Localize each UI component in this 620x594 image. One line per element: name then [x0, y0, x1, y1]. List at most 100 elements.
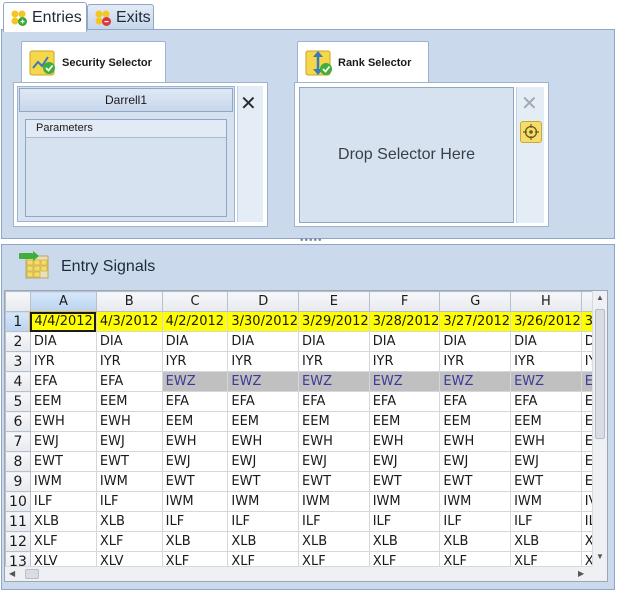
grid-cell[interactable]: EFA	[227, 391, 300, 412]
row-header[interactable]: 8	[5, 451, 31, 472]
corner-cell[interactable]	[5, 291, 31, 312]
column-header[interactable]: A	[29, 291, 97, 313]
grid-cell[interactable]: IYR	[29, 351, 97, 372]
column-header[interactable]: F	[368, 291, 441, 312]
horizontal-scrollbar[interactable]: ◀ ▶	[5, 566, 594, 581]
grid-cell[interactable]: EWT	[368, 471, 441, 492]
grid-cell[interactable]: EWT	[95, 451, 163, 472]
scroll-down-icon[interactable]: ▼	[596, 553, 604, 561]
grid-cell[interactable]: XLB	[227, 531, 300, 552]
grid-cell[interactable]: 3/26/2012	[510, 311, 582, 332]
column-header[interactable]: H	[510, 291, 582, 312]
column-header[interactable]: G	[439, 291, 512, 312]
grid-cell[interactable]: EWJ	[368, 451, 441, 472]
row-header[interactable]: 9	[5, 471, 31, 492]
remove-rank-selector-icon[interactable]: ✕	[521, 94, 538, 114]
grid-cell[interactable]: EWT	[439, 471, 512, 492]
grid-cell[interactable]: DIA	[95, 331, 163, 352]
grid-cell[interactable]: 4/3/2012	[95, 311, 163, 332]
rank-selector-drop-zone[interactable]: Drop Selector Here	[299, 87, 514, 223]
row-header[interactable]: 5	[5, 391, 31, 412]
grid-cell[interactable]: EWH	[95, 411, 163, 432]
grid-cell[interactable]: ILF	[161, 511, 229, 532]
vertical-scroll-thumb[interactable]	[595, 309, 605, 439]
grid-cell[interactable]: XLB	[298, 531, 370, 552]
grid-cell[interactable]: IWM	[161, 491, 229, 512]
target-icon[interactable]	[520, 121, 542, 143]
grid-cell[interactable]: XLB	[95, 511, 163, 532]
row-header[interactable]: 1	[5, 311, 32, 332]
grid-cell[interactable]: EWT	[161, 471, 229, 492]
grid-cell[interactable]: EWH	[510, 431, 582, 452]
grid-cell[interactable]: DIA	[227, 331, 300, 352]
grid-cell[interactable]: EWJ	[510, 451, 582, 472]
column-header[interactable]: E	[298, 291, 370, 312]
vertical-scrollbar[interactable]: ▲ ▼	[592, 291, 607, 581]
grid-cell[interactable]: EFA	[298, 391, 370, 412]
grid-cell[interactable]: EEM	[227, 411, 300, 432]
grid-cell[interactable]: IYR	[439, 351, 512, 372]
grid-cell[interactable]: 3/28/2012	[368, 311, 441, 332]
grid-cell[interactable]: DIA	[161, 331, 229, 352]
grid-cell[interactable]: IYR	[368, 351, 441, 372]
grid-cell[interactable]: IYR	[510, 351, 582, 372]
grid-cell[interactable]: EWZ	[510, 371, 582, 392]
entry-signals-grid[interactable]: ABCDEFGHI 14/4/20124/3/20124/2/20123/30/…	[4, 290, 608, 582]
grid-cell[interactable]: DIA	[298, 331, 370, 352]
grid-cell[interactable]: EEM	[161, 411, 229, 432]
grid-cell[interactable]: ILF	[95, 491, 163, 512]
grid-cell[interactable]: EWJ	[29, 431, 97, 452]
grid-cell[interactable]: EWJ	[95, 431, 163, 452]
grid-cell[interactable]: IWM	[227, 491, 300, 512]
grid-cell[interactable]: EWH	[161, 431, 229, 452]
grid-cell[interactable]: IYR	[227, 351, 300, 372]
grid-cell[interactable]: ILF	[368, 511, 441, 532]
grid-cell[interactable]: ILF	[510, 511, 582, 532]
grid-cell[interactable]: EWT	[227, 471, 300, 492]
grid-cell[interactable]: EWJ	[161, 451, 229, 472]
grid-cell[interactable]: ILF	[439, 511, 512, 532]
column-header[interactable]: B	[95, 291, 163, 312]
grid-cell[interactable]: EWT	[298, 471, 370, 492]
grid-cell[interactable]: EWZ	[439, 371, 512, 392]
grid-cell[interactable]: ILF	[298, 511, 370, 532]
grid-cell[interactable]: IWM	[29, 471, 97, 492]
grid-cell[interactable]: IYR	[95, 351, 163, 372]
scroll-right-icon[interactable]: ▶	[578, 570, 584, 578]
horizontal-scroll-thumb[interactable]	[25, 569, 39, 579]
grid-cell[interactable]: 4/2/2012	[161, 311, 229, 332]
rank-selector-tab[interactable]: Rank Selector	[297, 41, 429, 83]
grid-cell[interactable]: EWH	[368, 431, 441, 452]
row-header[interactable]: 10	[5, 491, 31, 512]
grid-cell[interactable]: XLB	[161, 531, 229, 552]
signals-table[interactable]: ABCDEFGHI 14/4/20124/3/20124/2/20123/30/…	[5, 291, 607, 572]
grid-cell[interactable]: 4/4/2012	[29, 311, 97, 332]
grid-cell[interactable]: EWH	[439, 431, 512, 452]
grid-cell[interactable]: EEM	[439, 411, 512, 432]
grid-cell[interactable]: EFA	[95, 371, 163, 392]
scroll-left-icon[interactable]: ◀	[9, 570, 15, 578]
grid-cell[interactable]: EFA	[161, 391, 229, 412]
grid-cell[interactable]: EFA	[510, 391, 582, 412]
scroll-up-icon[interactable]: ▲	[596, 294, 604, 302]
row-header[interactable]: 6	[5, 411, 31, 432]
grid-cell[interactable]: XLB	[368, 531, 441, 552]
grid-cell[interactable]: DIA	[29, 331, 97, 352]
grid-cell[interactable]: EFA	[439, 391, 512, 412]
tab-entries[interactable]: Entries	[3, 2, 87, 32]
grid-cell[interactable]: EWH	[298, 431, 370, 452]
grid-cell[interactable]: DIA	[510, 331, 582, 352]
column-header[interactable]: D	[227, 291, 300, 312]
grid-cell[interactable]: 3/29/2012	[298, 311, 370, 332]
grid-cell[interactable]: IYR	[161, 351, 229, 372]
remove-security-selector-icon[interactable]: ✕	[240, 94, 257, 114]
grid-cell[interactable]: 3/27/2012	[439, 311, 512, 332]
row-header[interactable]: 4	[5, 371, 31, 392]
grid-cell[interactable]: ILF	[227, 511, 300, 532]
grid-cell[interactable]: 3/30/2012	[227, 311, 300, 332]
grid-cell[interactable]: IYR	[298, 351, 370, 372]
grid-cell[interactable]: EWJ	[439, 451, 512, 472]
grid-cell[interactable]: EEM	[95, 391, 163, 412]
grid-cell[interactable]: EEM	[510, 411, 582, 432]
grid-cell[interactable]: IWM	[510, 491, 582, 512]
